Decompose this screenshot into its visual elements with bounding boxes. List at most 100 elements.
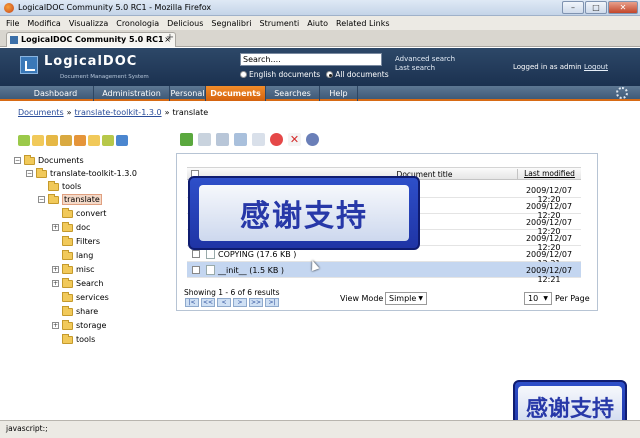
last-page-button[interactable]: >| [265,298,279,307]
breadcrumb-documents[interactable]: Documents [18,108,64,117]
table-row-selected[interactable]: __init__ (1.5 KB ) 2009/12/07 12:21 [187,262,581,284]
view-mode-select[interactable]: Simple ▼ [385,292,427,305]
menu-segnalibri[interactable]: Segnalibri [211,19,251,28]
folder-import-icon[interactable] [102,135,114,146]
folder-icon [62,235,73,246]
logo: LogicalDOC Document Management System [20,54,160,82]
folder-rights-icon[interactable] [74,135,86,146]
tree-node-toolkit[interactable]: − translate-toolkit-1.3.0 [26,167,137,180]
menu-modifica[interactable]: Modifica [27,19,60,28]
menu-aiuto[interactable]: Aiuto [307,19,328,28]
folder-open-icon [48,193,59,204]
add-folder-icon[interactable] [46,135,58,146]
folder-icon [62,333,73,344]
tree-node-services[interactable]: services [62,291,109,304]
tree-node-lang[interactable]: lang [62,249,93,262]
first-page-button[interactable]: |< [185,298,199,307]
menu-strumenti[interactable]: Strumenti [260,19,300,28]
new-folder-icon[interactable] [32,135,44,146]
prev-page-button[interactable]: < [217,298,231,307]
tree-node-doc[interactable]: + doc [52,221,90,234]
search-input[interactable] [240,53,382,66]
edit-folder-icon[interactable] [18,135,30,146]
menu-file[interactable]: File [6,19,19,28]
expand-icon[interactable]: + [52,280,59,287]
refresh-icon[interactable] [306,133,319,146]
expand-icon[interactable]: + [52,224,59,231]
tab-administration[interactable]: Administration [94,86,170,101]
maximize-button[interactable]: □ [585,1,607,14]
next-page-button[interactable]: > [233,298,247,307]
tree-node-tools-2[interactable]: tools [62,333,95,346]
copy-icon[interactable] [198,133,211,146]
tree-node-label: doc [76,223,91,232]
browser-tab[interactable]: LogicalDOC Community 5.0 RC1 × [6,32,176,47]
tree-node-label: misc [76,265,95,274]
expand-icon[interactable]: + [52,266,59,273]
upload-icon[interactable] [180,133,193,146]
last-search-link[interactable]: Last search [395,64,435,72]
menu-cronologia[interactable]: Cronologia [116,19,159,28]
row-checkbox[interactable] [192,250,200,258]
minimize-button[interactable]: – [562,1,584,14]
search-scope: English documents All documents [240,70,389,79]
cut-icon[interactable] [216,133,229,146]
status-bar: javascript:; [0,420,640,438]
folder-icon [62,221,73,232]
per-page-select[interactable]: 10 ▼ [524,292,552,305]
chevron-down-icon: ▼ [543,295,548,302]
folder-icon [62,319,73,330]
col-last-modified[interactable]: Last modified [517,169,581,180]
tree-node-convert[interactable]: convert [62,207,106,220]
remove-icon[interactable]: ✕ [288,133,301,146]
tab-searches[interactable]: Searches [266,86,320,101]
scope-english-radio[interactable]: English documents [240,70,320,79]
tree-node-label: services [76,293,109,302]
next-group-button[interactable]: >> [249,298,263,307]
per-page-label: Per Page [555,294,590,303]
link-icon[interactable] [252,133,265,146]
logo-subtitle: Document Management System [60,74,149,80]
tree-node-share[interactable]: share [62,305,98,318]
pager: |< << < > >> >| [185,298,279,307]
tree-node-label: storage [76,321,107,330]
prev-group-button[interactable]: << [201,298,215,307]
folder-icon [62,249,73,260]
tree-node-misc[interactable]: + misc [52,263,95,276]
tab-documents[interactable]: Documents [206,86,266,101]
tab-personal[interactable]: Personal [170,86,206,101]
menu-delicious[interactable]: Delicious [167,19,203,28]
logout-link[interactable]: Logout [584,63,608,71]
delete-icon[interactable] [270,133,283,146]
collapse-icon[interactable]: − [26,170,33,177]
breadcrumb-toolkit[interactable]: translate-toolkit-1.3.0 [75,108,162,117]
tree-node-documents[interactable]: − Documents [14,154,84,167]
folder-settings-icon[interactable] [60,135,72,146]
folder-toolbar [18,135,128,146]
menu-related-links[interactable]: Related Links [336,19,389,28]
tab-help[interactable]: Help [320,86,358,101]
tree-node-label: translate-toolkit-1.3.0 [50,169,138,178]
tree-node-label: tools [62,182,82,191]
scope-all-radio[interactable]: All documents [326,70,389,79]
tree-node-filters[interactable]: Filters [62,235,100,248]
paste-icon[interactable] [234,133,247,146]
collapse-icon[interactable]: − [14,157,21,164]
window-titlebar: LogicalDOC Community 5.0 RC1 - Mozilla F… [0,0,640,16]
expand-icon[interactable]: + [52,322,59,329]
results-count: Showing 1 - 6 of 6 results [184,288,280,297]
new-tab-button[interactable]: + [162,33,178,45]
tree-node-tools[interactable]: tools [48,180,81,193]
file-icon [206,249,215,259]
menu-visualizza[interactable]: Visualizza [69,19,108,28]
advanced-search-link[interactable]: Advanced search [395,55,455,63]
row-checkbox[interactable] [192,266,200,274]
collapse-icon[interactable]: − [38,196,45,203]
close-window-button[interactable]: ✕ [608,1,638,14]
tab-dashboard[interactable]: Dashboard [18,86,94,101]
tree-node-storage[interactable]: + storage [52,319,106,332]
tree-node-search[interactable]: + Search [52,277,103,290]
folder-refresh-icon[interactable] [116,135,128,146]
folder-export-icon[interactable] [88,135,100,146]
tree-node-translate[interactable]: − translate [38,193,102,206]
